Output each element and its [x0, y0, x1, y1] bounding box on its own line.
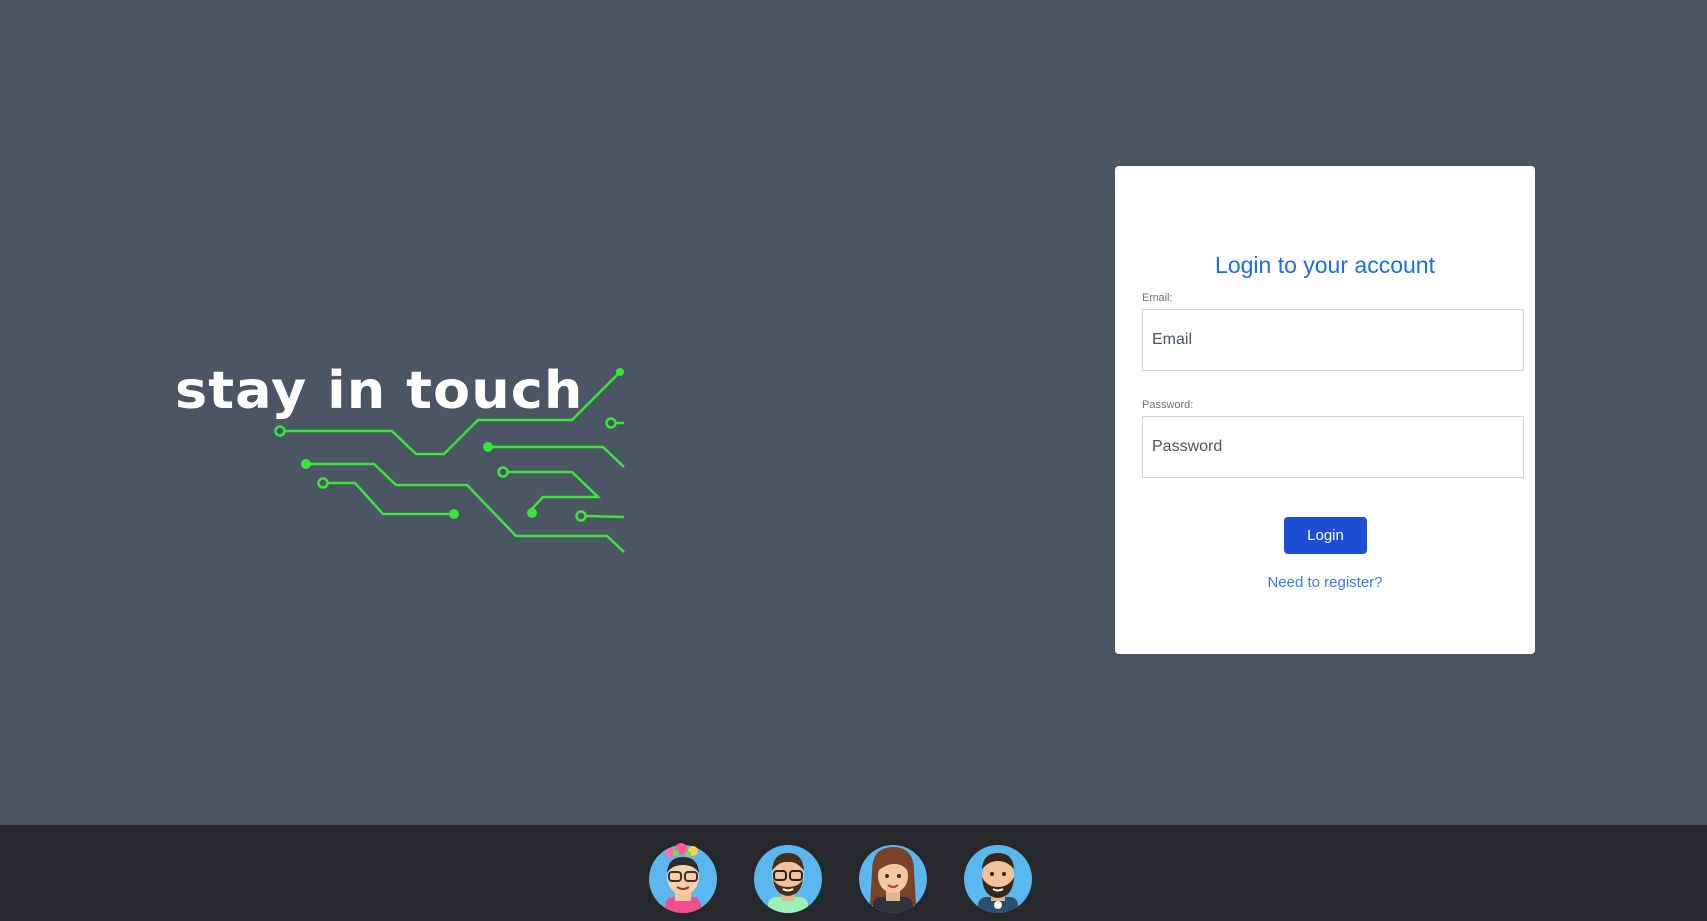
- avatar-icon: [754, 845, 822, 913]
- email-input[interactable]: [1143, 310, 1523, 370]
- avatar-woman-brown-hair[interactable]: [858, 841, 928, 913]
- password-input[interactable]: [1143, 417, 1523, 477]
- login-card: Login to your account Email: Password: L…: [1115, 166, 1535, 654]
- main-area: stay in touch Login to your account Emai…: [0, 0, 1707, 825]
- login-button[interactable]: Login: [1284, 517, 1367, 554]
- avatar-icon: [649, 843, 717, 913]
- email-field-wrapper: [1142, 309, 1524, 371]
- register-link[interactable]: Need to register?: [1115, 574, 1535, 591]
- login-title: Login to your account: [1215, 252, 1435, 278]
- password-field-wrapper: [1142, 416, 1524, 478]
- brand-logo: stay in touch: [168, 355, 638, 570]
- avatar-icon: [859, 845, 927, 913]
- avatar-man-glasses[interactable]: [753, 841, 823, 913]
- avatar-woman-flower-crown[interactable]: [648, 841, 718, 913]
- footer: [0, 825, 1707, 921]
- email-label: Email:: [1142, 292, 1173, 304]
- avatar-icon: [964, 845, 1032, 913]
- avatar-man-beard[interactable]: [963, 841, 1033, 913]
- password-label: Password:: [1142, 399, 1194, 411]
- circuit-lines-icon: [274, 368, 625, 553]
